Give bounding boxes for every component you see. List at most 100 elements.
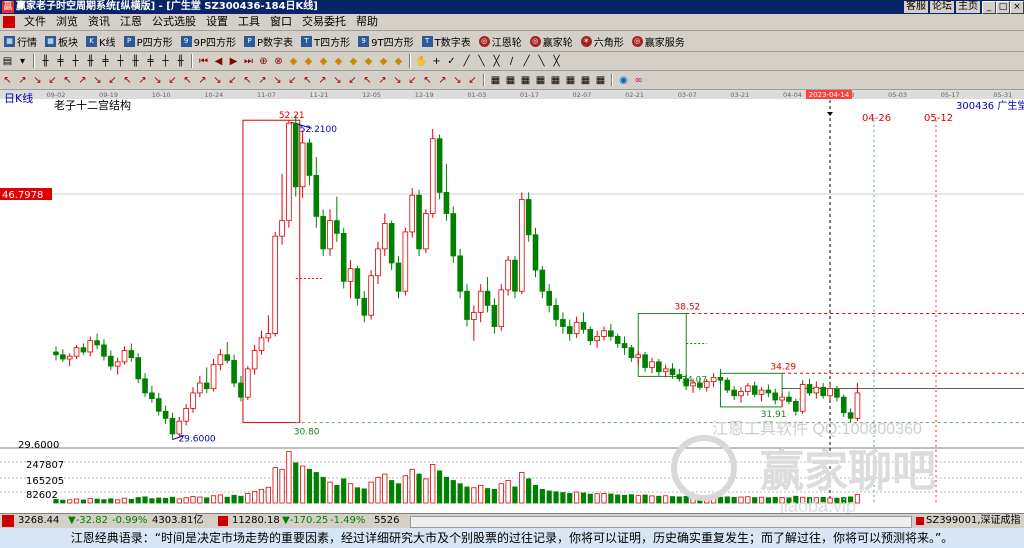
btn-t-square[interactable]: T T四方形 xyxy=(297,32,354,50)
kline-chart-area[interactable]: 09-02 09-19 10-10 10-24 11-07 11-21 12-05 12-19… xyxy=(0,90,1024,516)
minimize-button[interactable]: _ xyxy=(982,1,996,14)
infinity-icon[interactable]: ∞ xyxy=(632,74,645,87)
btn-kline[interactable]: K K线 xyxy=(82,32,120,50)
pointer-icon[interactable]: ↙ xyxy=(106,74,119,87)
pointer-icon[interactable]: ↘ xyxy=(31,74,44,87)
palette-icon[interactable]: ◉ xyxy=(617,74,630,87)
line-icon[interactable]: ╱ xyxy=(460,55,473,68)
menu-browse[interactable]: 浏览 xyxy=(51,14,83,30)
grid-icon[interactable]: ▦ xyxy=(549,74,562,87)
bar-chart-icon[interactable]: ┼ xyxy=(69,55,82,68)
pointer-icon[interactable]: ↖ xyxy=(361,74,374,87)
last-icon[interactable]: ⏭ xyxy=(242,55,255,68)
line-icon[interactable]: ╳ xyxy=(550,55,563,68)
btn-p-square[interactable]: P P四方形 xyxy=(120,32,177,50)
menu-info[interactable]: 资讯 xyxy=(83,14,115,30)
btn-9t-square[interactable]: 9 9T四方形 xyxy=(354,32,417,50)
pointer-icon[interactable]: ↗ xyxy=(136,74,149,87)
grid-icon[interactable]: ▦ xyxy=(564,74,577,87)
line-icon[interactable]: ╳ xyxy=(490,55,503,68)
link-zhuye[interactable]: 主页 xyxy=(956,1,980,13)
pointer-icon[interactable]: ↘ xyxy=(91,74,104,87)
bar-chart-icon[interactable]: ╪ xyxy=(54,55,67,68)
bar-chart-icon[interactable]: ┼ xyxy=(114,55,127,68)
pointer-icon[interactable]: ↙ xyxy=(346,74,359,87)
pointer-icon[interactable]: ↘ xyxy=(151,74,164,87)
grid-icon[interactable]: ▦ xyxy=(594,74,607,87)
btn-winner-wheel[interactable]: ◎ 赢家轮 xyxy=(526,32,577,50)
check-icon[interactable]: ✓ xyxy=(445,55,458,68)
line-icon[interactable]: ╲ xyxy=(535,55,548,68)
grid-icon[interactable]: ▦ xyxy=(519,74,532,87)
pointer-icon[interactable]: ↖ xyxy=(421,74,434,87)
pointer-icon[interactable]: ↗ xyxy=(16,74,29,87)
menu-help[interactable]: 帮助 xyxy=(351,14,383,30)
bar-chart-icon[interactable]: ╫ xyxy=(84,55,97,68)
diamond-icon[interactable]: ◆ xyxy=(377,55,390,68)
prev-icon[interactable]: ◀ xyxy=(212,55,225,68)
diamond-icon[interactable]: ◆ xyxy=(287,55,300,68)
line-icon[interactable]: ∕ xyxy=(505,55,518,68)
menu-gann[interactable]: 江恩 xyxy=(115,14,147,30)
bar-chart-icon[interactable]: ┼ xyxy=(159,55,172,68)
pointer-icon[interactable]: ↖ xyxy=(241,74,254,87)
diamond-icon[interactable]: ◆ xyxy=(347,55,360,68)
layout-icon[interactable]: ▤ xyxy=(1,55,14,68)
maximize-button[interactable]: □ xyxy=(996,1,1010,14)
next-icon[interactable]: ▶ xyxy=(227,55,240,68)
menu-window[interactable]: 窗口 xyxy=(265,14,297,30)
pointer-icon[interactable]: ↗ xyxy=(436,74,449,87)
bar-chart-icon[interactable]: ╫ xyxy=(174,55,187,68)
link-kefu[interactable]: 客服 xyxy=(904,1,928,13)
bar-chart-icon[interactable]: ╪ xyxy=(144,55,157,68)
pointer-icon[interactable]: ↗ xyxy=(196,74,209,87)
btn-gann-wheel[interactable]: ◎ 江恩轮 xyxy=(475,32,526,50)
first-icon[interactable]: ⏮ xyxy=(197,55,210,68)
btn-service[interactable]: ◎ 赢家服务 xyxy=(628,32,689,50)
pointer-icon[interactable]: ↘ xyxy=(451,74,464,87)
grid-icon[interactable]: ▦ xyxy=(504,74,517,87)
pointer-icon[interactable]: ↙ xyxy=(166,74,179,87)
pointer-icon[interactable]: ↗ xyxy=(316,74,329,87)
btn-hangqing[interactable]: ▦ 行情 xyxy=(0,32,41,50)
pointer-icon[interactable]: ↘ xyxy=(391,74,404,87)
pointer-icon[interactable]: ↘ xyxy=(331,74,344,87)
target-icon[interactable]: ⊗ xyxy=(272,55,285,68)
diamond-icon[interactable]: ◆ xyxy=(317,55,330,68)
target-icon[interactable]: ⊕ xyxy=(257,55,270,68)
pointer-icon[interactable]: ↖ xyxy=(301,74,314,87)
pointer-icon[interactable]: ↙ xyxy=(46,74,59,87)
menu-file[interactable]: 文件 xyxy=(19,14,51,30)
menu-formula[interactable]: 公式选股 xyxy=(147,14,201,30)
pointer-icon[interactable]: ↖ xyxy=(181,74,194,87)
pointer-icon[interactable]: ↙ xyxy=(226,74,239,87)
pointer-icon[interactable]: ↙ xyxy=(286,74,299,87)
close-button[interactable]: × xyxy=(1010,1,1024,14)
grid-icon[interactable]: ▦ xyxy=(579,74,592,87)
diamond-icon[interactable]: ◆ xyxy=(362,55,375,68)
bar-chart-icon[interactable]: ╪ xyxy=(99,55,112,68)
btn-9p-square[interactable]: 9 9P四方形 xyxy=(177,32,240,50)
menu-trade[interactable]: 交易委托 xyxy=(297,14,351,30)
diamond-icon[interactable]: ◆ xyxy=(302,55,315,68)
menu-tools[interactable]: 工具 xyxy=(233,14,265,30)
pointer-icon[interactable]: ↗ xyxy=(256,74,269,87)
grid-icon[interactable]: ▦ xyxy=(489,74,502,87)
pointer-icon[interactable]: ↘ xyxy=(211,74,224,87)
line-icon[interactable]: ╱ xyxy=(520,55,533,68)
btn-p-table[interactable]: P P数字表 xyxy=(240,32,297,50)
crosshair-icon[interactable]: + xyxy=(430,55,443,68)
pointer-icon[interactable]: ↗ xyxy=(76,74,89,87)
pointer-icon[interactable]: ↖ xyxy=(1,74,14,87)
pointer-icon[interactable]: ↗ xyxy=(376,74,389,87)
pointer-icon[interactable]: ↖ xyxy=(121,74,134,87)
dropdown-arrow-icon[interactable]: ▾ xyxy=(16,55,29,68)
status-scrollbar[interactable] xyxy=(410,516,912,528)
diamond-icon[interactable]: ◆ xyxy=(332,55,345,68)
pointer-icon[interactable]: ↖ xyxy=(61,74,74,87)
kline-chart[interactable]: 09-02 09-19 10-10 10-24 11-07 11-21 12-05 12-19… xyxy=(0,90,1024,516)
btn-bankuai[interactable]: ▦ 板块 xyxy=(41,32,82,50)
grid-icon[interactable]: ▦ xyxy=(534,74,547,87)
btn-hexagon[interactable]: ✶ 六角形 xyxy=(577,32,628,50)
btn-t-table[interactable]: T T数字表 xyxy=(418,32,475,50)
